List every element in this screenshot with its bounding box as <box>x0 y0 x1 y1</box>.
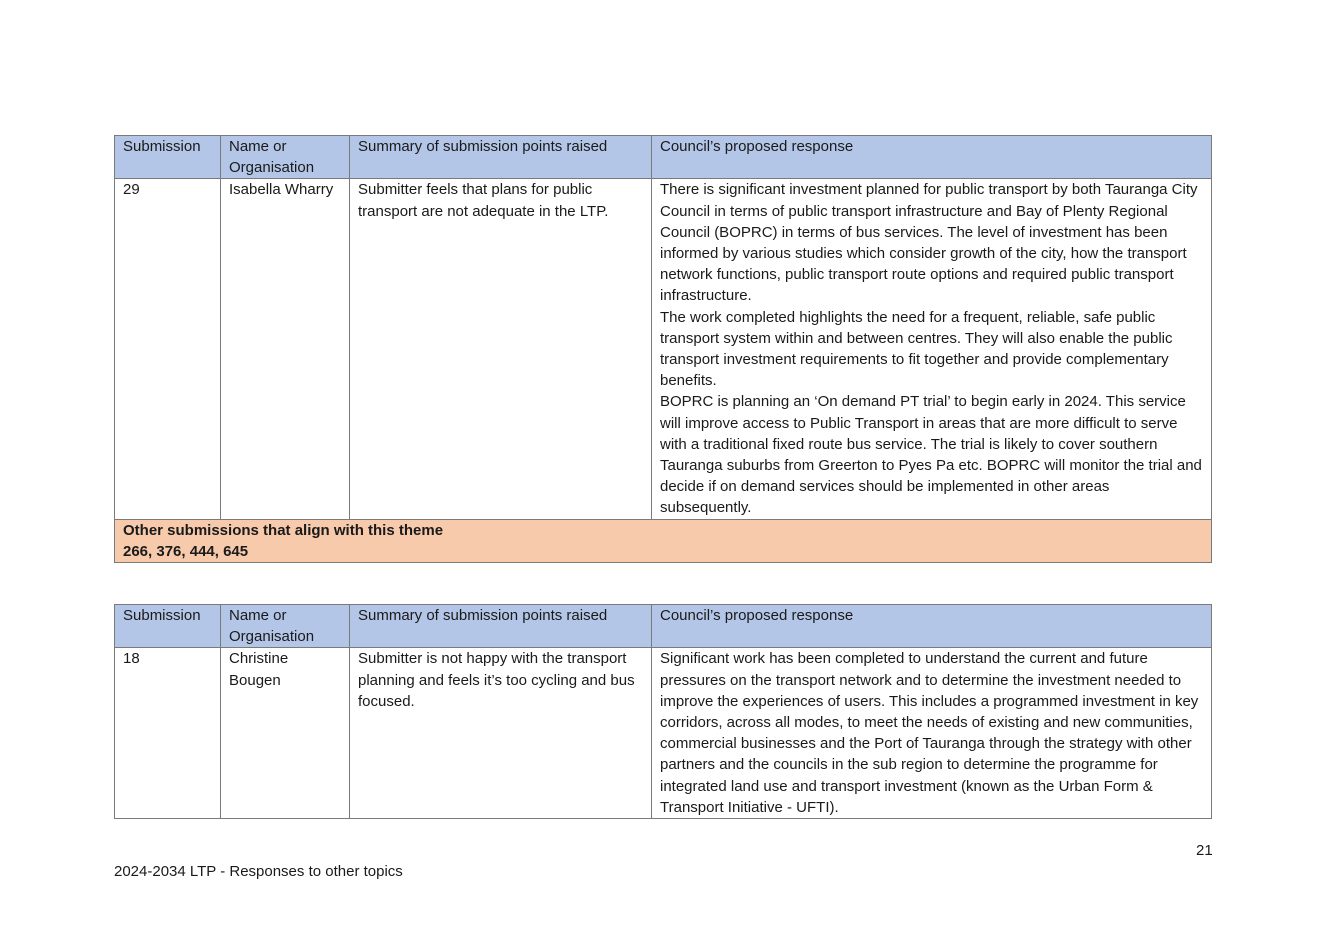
response-paragraph: Significant work has been completed to u… <box>660 650 1199 816</box>
header-submission: Submission <box>114 603 221 649</box>
page-number: 21 <box>1196 842 1213 859</box>
table-header-row: Submission Name or Organisation Summary … <box>114 603 1212 649</box>
table-row: 18 Christine Bougen Submitter is not hap… <box>114 647 1212 820</box>
submission-number: 18 <box>114 647 221 820</box>
submission-table-1: Submission Name or Organisation Summary … <box>114 134 1212 564</box>
submitter-name: Isabella Wharry <box>220 178 350 520</box>
submission-summary: Submitter is not happy with the transpor… <box>349 647 652 820</box>
header-name-or-organisation: Name or Organisation <box>220 134 350 180</box>
aligned-submissions-row: Other submissions that align with this t… <box>114 518 1212 564</box>
aligned-submissions-ids: 266, 376, 444, 645 <box>123 542 249 560</box>
aligned-submissions-cell: Other submissions that align with this t… <box>114 518 1212 564</box>
header-summary: Summary of submission points raised <box>349 603 652 649</box>
submission-table-2: Submission Name or Organisation Summary … <box>114 603 1212 820</box>
header-submission: Submission <box>114 134 221 180</box>
table-header-row: Submission Name or Organisation Summary … <box>114 134 1212 180</box>
header-name-or-organisation: Name or Organisation <box>220 603 350 649</box>
response-paragraph: BOPRC is planning an ‘On demand PT trial… <box>660 393 1202 517</box>
response-paragraph: There is significant investment planned … <box>660 181 1198 305</box>
submission-summary: Submitter feels that plans for public tr… <box>349 178 652 520</box>
council-response: There is significant investment planned … <box>651 178 1212 520</box>
header-council-response: Council’s proposed response <box>651 134 1212 180</box>
header-summary: Summary of submission points raised <box>349 134 652 180</box>
header-council-response: Council’s proposed response <box>651 603 1212 649</box>
submission-number: 29 <box>114 178 221 520</box>
submitter-name: Christine Bougen <box>220 647 350 820</box>
footer-text: 2024-2034 LTP - Responses to other topic… <box>114 863 403 880</box>
response-paragraph: The work completed highlights the need f… <box>660 308 1173 390</box>
council-response: Significant work has been completed to u… <box>651 647 1212 820</box>
aligned-submissions-title: Other submissions that align with this t… <box>123 521 444 539</box>
table-row: 29 Isabella Wharry Submitter feels that … <box>114 178 1212 520</box>
